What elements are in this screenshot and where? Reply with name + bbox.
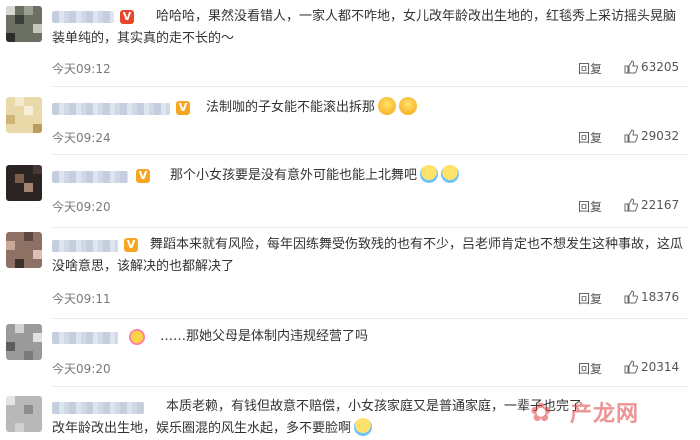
divider [52, 386, 688, 387]
comment-time: 今天09:20 [52, 200, 111, 214]
username-blurred[interactable] [52, 103, 170, 115]
comment-time: 今天09:24 [52, 131, 111, 145]
like-count: 20314 [641, 360, 680, 374]
thumbs-up-icon [624, 360, 638, 374]
angry-emoji-icon [378, 97, 397, 115]
verified-badge-icon: V [136, 169, 150, 183]
thumbs-up-icon [624, 129, 638, 143]
vip-emoji-icon [129, 329, 145, 345]
comment-text-content: 法制咖的子女能不能滚出拆那 [206, 100, 376, 115]
comment-text: 本质老赖，有钱但故意不赔偿，小女孩家庭又是普通家庭，一辈子也完了 [166, 399, 580, 414]
avatar[interactable] [6, 6, 42, 42]
comment-text: 舞蹈本来就有风险，每年因练舞受伤致残的也有不少，吕老师肯定也不想发生这种事故，这… [52, 237, 684, 274]
username-blurred[interactable] [52, 171, 128, 183]
like-count: 22167 [641, 198, 680, 212]
username-blurred[interactable] [52, 332, 118, 344]
angry-emoji-icon [399, 97, 418, 115]
like-count: 29032 [641, 129, 680, 143]
like-button[interactable]: 18376 [624, 290, 679, 304]
like-button[interactable]: 20314 [624, 360, 679, 374]
doge-emoji-icon [354, 418, 373, 436]
comment-text: ……那她父母是体制内违规经营了吗 [160, 329, 369, 344]
divider [52, 86, 688, 87]
comment-text: 哈哈哈，果然没看错人，一家人都不咋地，女儿改年龄改出生地的，红毯秀上采访摇头晃脑… [52, 9, 677, 46]
like-count: 18376 [641, 290, 680, 304]
like-count: 63205 [641, 60, 680, 74]
comment-time: 今天09:20 [52, 362, 111, 376]
comment-text-content: 改年龄改出生地，娱乐圈混的风生水起，多不要脸啊 [52, 421, 352, 436]
doge-emoji-icon [420, 165, 439, 183]
username-blurred[interactable] [52, 402, 144, 414]
comment-time: 今天09:11 [52, 292, 111, 306]
like-button[interactable]: 63205 [624, 60, 679, 74]
thumbs-up-icon [624, 198, 638, 212]
avatar[interactable] [6, 232, 42, 268]
thumbs-up-icon [624, 60, 638, 74]
comment-text: 法制咖的子女能不能滚出拆那 [206, 97, 688, 119]
reply-button[interactable]: 回复 [578, 129, 602, 146]
comment-time: 今天09:12 [52, 62, 111, 76]
verified-badge-icon: V [176, 101, 190, 115]
avatar[interactable] [6, 396, 42, 432]
avatar[interactable] [6, 324, 42, 360]
comment-text: 那个小女孩要是没有意外可能也能上北舞吧 [170, 165, 688, 187]
avatar[interactable] [6, 165, 42, 201]
thumbs-up-icon [624, 290, 638, 304]
divider [52, 318, 688, 319]
like-button[interactable]: 22167 [624, 198, 679, 212]
doge-emoji-icon [441, 165, 460, 183]
watermark-logo-icon: ✿ [530, 398, 552, 428]
comment-text-content: 那个小女孩要是没有意外可能也能上北舞吧 [170, 168, 418, 183]
divider [52, 154, 688, 155]
watermark: 产龙网 [570, 401, 640, 427]
divider [52, 227, 688, 228]
like-button[interactable]: 29032 [624, 129, 679, 143]
reply-button[interactable]: 回复 [578, 60, 602, 77]
reply-button[interactable]: 回复 [578, 290, 602, 307]
reply-button[interactable]: 回复 [578, 360, 602, 377]
avatar[interactable] [6, 97, 42, 133]
reply-button[interactable]: 回复 [578, 198, 602, 215]
